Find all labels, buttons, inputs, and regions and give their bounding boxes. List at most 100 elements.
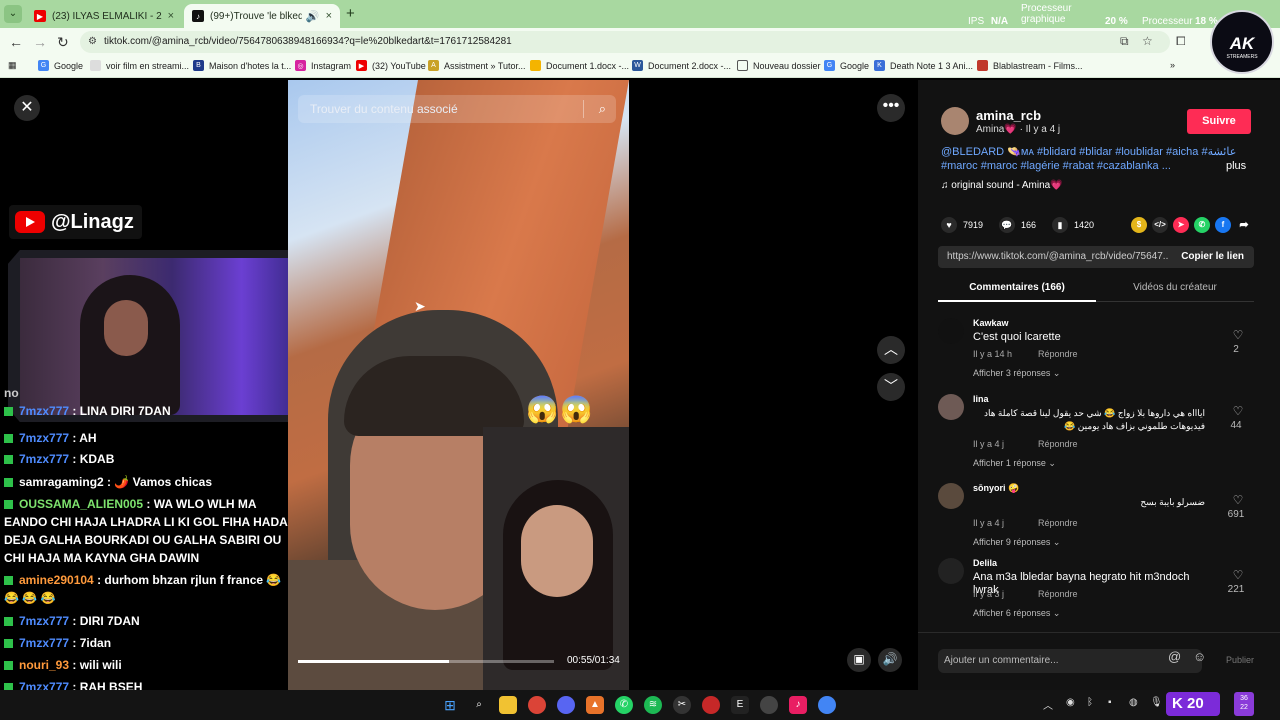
tray-app-icon[interactable]: ◉	[1066, 697, 1075, 708]
bookmark-star-icon[interactable]: ☆	[1142, 34, 1153, 48]
tray-chevron-icon[interactable]: ︿	[1043, 697, 1053, 712]
mention-icon[interactable]: @	[1168, 649, 1181, 664]
bookmark-instagram[interactable]: ◎ Instagram	[295, 60, 351, 71]
file-explorer-icon[interactable]	[499, 696, 517, 714]
commenter-name[interactable]: sōnyori 🤪	[973, 483, 1019, 494]
bookmark-doc2[interactable]: W Document 2.docx -...	[632, 60, 731, 71]
app-icon[interactable]: ▲	[586, 696, 604, 714]
tab-youtube[interactable]: ▶ (23) ILYAS ELMALIKI - 29 / Octo ×	[26, 4, 182, 28]
show-replies-link[interactable]: Afficher 3 réponses ⌄	[973, 368, 1060, 379]
obs-icon[interactable]	[760, 696, 778, 714]
bookmark-youtube[interactable]: ▶ (32) YouTube	[356, 60, 426, 71]
tab-audio-icon[interactable]: 🔊	[306, 10, 320, 23]
tab-tiktok[interactable]: ♪ (99+)Trouve 'le blkedart' su 🔊 ×	[184, 4, 340, 28]
commenter-avatar[interactable]	[938, 394, 964, 420]
save-button[interactable]: ▮ 1420	[1052, 217, 1094, 233]
floating-player-icon[interactable]: ▣	[847, 648, 871, 672]
share-more-icon[interactable]: ➦	[1236, 217, 1252, 233]
comment-like-icon[interactable]: ♡	[1226, 493, 1250, 507]
facebook-icon[interactable]: f	[1215, 217, 1231, 233]
chrome-active-icon[interactable]	[818, 696, 836, 714]
commenter-name[interactable]: Kawkaw	[973, 318, 1009, 328]
bookmark-deathnote[interactable]: K Death Note 1 3 Ani...	[874, 60, 973, 71]
reply-link[interactable]: Répondre	[1038, 439, 1078, 449]
search-icon[interactable]: ⌕	[470, 696, 488, 714]
comment-like-icon[interactable]: ♡	[1226, 328, 1250, 342]
chat-username[interactable]: 7mzx777	[19, 636, 69, 650]
close-icon[interactable]: ✕	[14, 95, 40, 121]
tab-close-icon[interactable]: ×	[168, 10, 174, 22]
show-replies-link[interactable]: Afficher 6 réponses ⌄	[973, 608, 1060, 619]
back-icon[interactable]: ←	[9, 34, 23, 50]
bookmark-streaming[interactable]: voir film en streami...	[90, 60, 189, 71]
reload-icon[interactable]: ↻	[57, 34, 69, 51]
show-replies-link[interactable]: Afficher 1 réponse ⌄	[973, 458, 1056, 469]
tab-comments[interactable]: Commentaires (166)	[938, 280, 1096, 302]
chat-username[interactable]: amine290104	[19, 573, 94, 587]
more-options-icon[interactable]: •••	[877, 94, 905, 122]
volume-icon[interactable]: 🔊	[878, 648, 902, 672]
commenter-name[interactable]: Delila	[973, 558, 997, 568]
chat-username[interactable]: 7mzx777	[19, 431, 69, 445]
app-red-icon[interactable]	[702, 696, 720, 714]
tray-nvidia-icon[interactable]: ▪	[1108, 697, 1112, 708]
embed-icon[interactable]: </>	[1152, 217, 1168, 233]
tab-creator-videos[interactable]: Vidéos du créateur	[1096, 280, 1254, 296]
send-icon[interactable]: ➤	[1173, 217, 1189, 233]
bookmark-doc1[interactable]: Document 1.docx -...	[530, 60, 629, 71]
creator-username[interactable]: amina_rcb	[976, 108, 1041, 123]
epic-icon[interactable]: E	[731, 696, 749, 714]
whatsapp-icon[interactable]: ✆	[615, 696, 633, 714]
emoji-icon[interactable]: ☺	[1193, 649, 1206, 664]
commenter-avatar[interactable]	[938, 483, 964, 509]
bookmark-assistment[interactable]: A Assistment » Tutor...	[428, 60, 526, 71]
tray-mic-icon[interactable]: 🎙	[1150, 697, 1163, 708]
commenter-name[interactable]: lina	[973, 394, 989, 404]
url-bar[interactable]: ⚙ tiktok.com/@amina_rcb/video/7564780638…	[80, 31, 1170, 53]
follow-button[interactable]: Suivre	[1187, 109, 1251, 134]
video-player[interactable]: 😱 😱	[288, 80, 629, 690]
copy-link-button[interactable]: Copier le lien	[1181, 246, 1244, 268]
apps-icon[interactable]: ▦	[8, 60, 17, 71]
spotify-icon[interactable]: ≋	[644, 696, 662, 714]
reply-link[interactable]: Répondre	[1038, 349, 1078, 359]
chrome-icon[interactable]	[528, 696, 546, 714]
chat-username[interactable]: OUSSAMA_ALIEN005	[19, 497, 143, 511]
comment-button[interactable]: 💬 166	[999, 217, 1036, 233]
search-icon[interactable]: ⌕	[599, 95, 606, 123]
tiktok-app-icon[interactable]: ♪	[789, 696, 807, 714]
sound-link[interactable]: ♫ original sound - Amina💗	[941, 180, 1063, 191]
creator-avatar[interactable]	[941, 107, 969, 135]
more-link[interactable]: plus	[1226, 159, 1246, 173]
bookmark-google-2[interactable]: G Google	[824, 60, 869, 71]
extensions-icon[interactable]: ⧠	[1176, 34, 1186, 49]
comment-like-icon[interactable]: ♡	[1226, 404, 1250, 418]
site-info-icon[interactable]: ⚙	[88, 31, 97, 53]
reply-link[interactable]: Répondre	[1038, 589, 1078, 599]
related-search-input[interactable]: Trouver du contenu associé ⌕	[298, 95, 616, 123]
chat-username[interactable]: nouri_93	[19, 658, 69, 672]
chat-username[interactable]: 7mzx777	[19, 452, 69, 466]
commenter-avatar[interactable]	[938, 318, 964, 344]
previous-video-icon[interactable]: ︿	[877, 336, 905, 364]
more-bookmarks-icon[interactable]: »	[1170, 60, 1175, 70]
whatsapp-icon[interactable]: ✆	[1194, 217, 1210, 233]
install-icon[interactable]: ⧉	[1120, 34, 1129, 49]
bookmark-folder[interactable]: Nouveau dossier	[737, 60, 821, 71]
description-text[interactable]: @BLEDARD 👒ᴍᴀ #blidard #blidar #loublidar…	[941, 146, 1236, 172]
video-progress-bar[interactable]	[298, 660, 554, 663]
video-link[interactable]: https://www.tiktok.com/@amina_rcb/video/…	[947, 246, 1169, 268]
chat-username[interactable]: samragaming2	[19, 475, 104, 489]
chat-username[interactable]: 7mzx777	[19, 614, 69, 628]
reply-link[interactable]: Répondre	[1038, 518, 1078, 528]
coin-icon[interactable]: $	[1131, 217, 1147, 233]
tray-bluetooth-icon[interactable]: ᛒ	[1087, 697, 1093, 708]
windows-start-icon[interactable]: ⊞	[441, 696, 459, 714]
forward-icon[interactable]: →	[33, 34, 47, 50]
commenter-avatar[interactable]	[938, 558, 964, 584]
discord-icon[interactable]	[557, 696, 575, 714]
bookmark-maison[interactable]: B Maison d'hotes la t...	[193, 60, 291, 71]
next-video-icon[interactable]: ﹀	[877, 373, 905, 401]
publish-button[interactable]: Publier	[1226, 655, 1254, 665]
tray-app2-icon[interactable]: ◍	[1129, 697, 1138, 708]
